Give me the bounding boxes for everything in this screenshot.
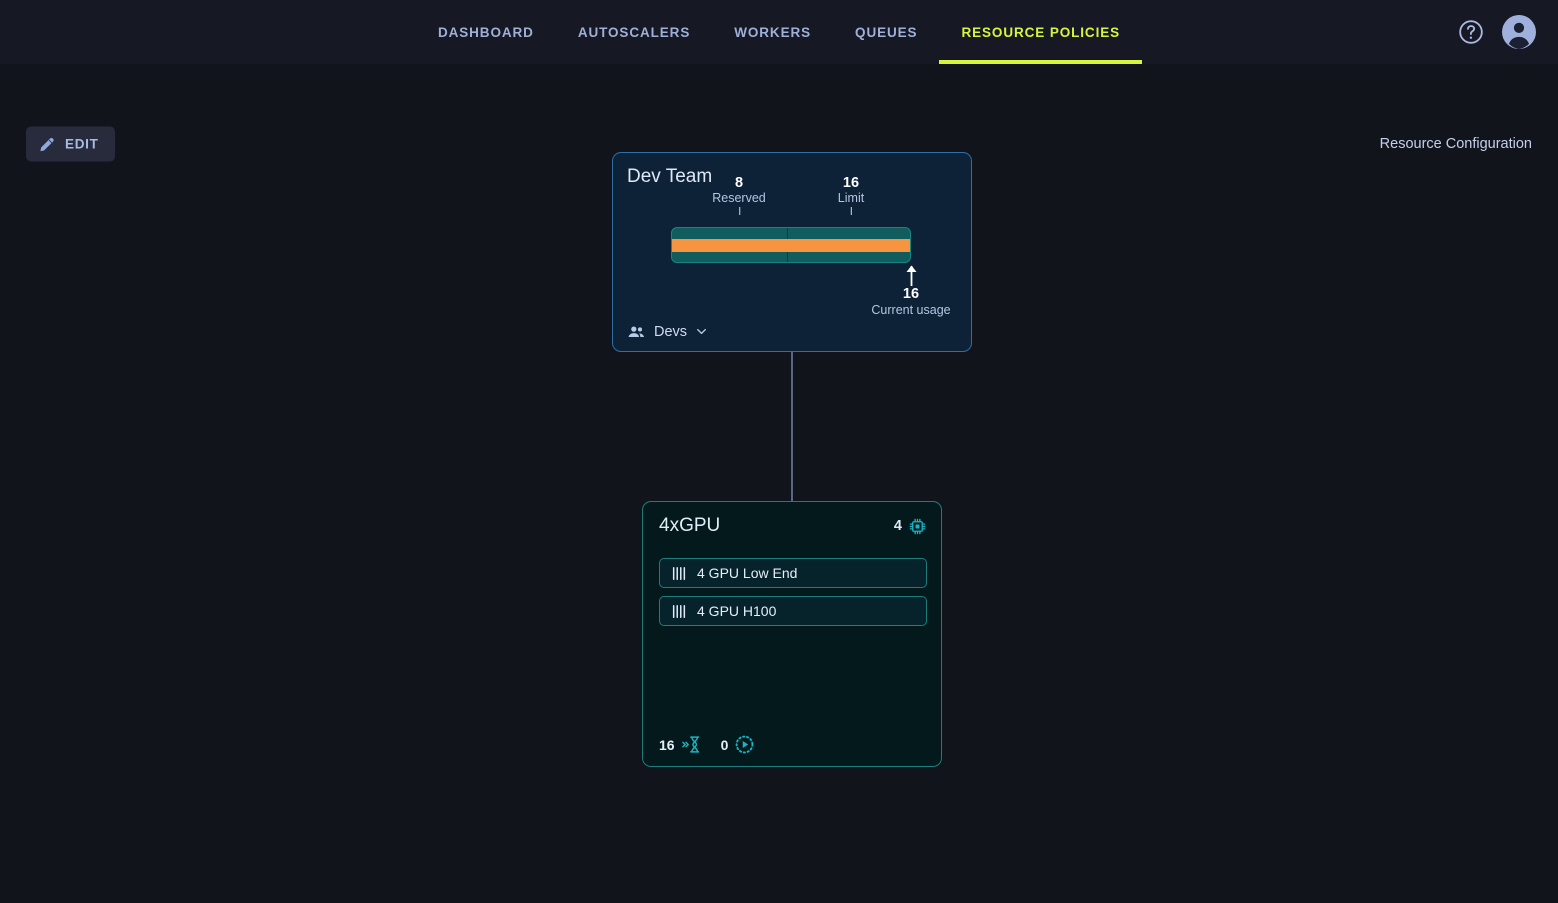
current-usage-arrow-icon [905,265,918,287]
pool-row-label: 4 GPU H100 [697,603,776,619]
pool-capacity-count: 4 [894,518,902,534]
current-usage-readout: 16 Current usage [871,286,950,318]
resource-pool-card[interactable]: 4xGPU 4 4 GPU Low En [642,501,942,767]
pool-row-item[interactable]: 4 GPU Low End [659,558,927,588]
limit-label: Limit [838,191,864,206]
team-group-selector[interactable]: Devs [627,322,708,341]
reserved-value: 8 [712,175,766,191]
user-avatar[interactable] [1502,15,1536,49]
team-group-name: Devs [654,324,687,340]
people-group-icon [627,322,646,341]
tab-queues[interactable]: QUEUES [833,0,939,64]
current-usage-label: Current usage [871,303,950,318]
pool-stats: 16 0 [659,735,754,754]
pool-card-title: 4xGPU [659,515,720,537]
tab-dashboard[interactable]: DASHBOARD [416,0,556,64]
nav-tab-list: DASHBOARD AUTOSCALERS WORKERS QUEUES RES… [416,0,1142,64]
pending-stat: 16 [659,735,703,754]
pending-hourglass-icon [682,735,703,754]
pool-row-item[interactable]: 4 GPU H100 [659,596,927,626]
tab-resource-policies[interactable]: RESOURCE POLICIES [939,0,1142,64]
chevron-down-icon[interactable] [695,325,708,338]
help-icon[interactable] [1458,19,1484,45]
pending-count: 16 [659,737,675,753]
gauge-marker-limit: 16 Limit [838,175,864,206]
pool-card-header: 4xGPU 4 [659,515,927,537]
gauge-marker-reserved: 8 Reserved [712,175,766,206]
team-card-title: Dev Team [627,166,712,188]
top-navigation-bar: DASHBOARD AUTOSCALERS WORKERS QUEUES RES… [0,0,1558,64]
reserved-tick [739,207,740,215]
pool-row-label: 4 GPU Low End [697,565,797,581]
limit-tick [851,207,852,215]
pool-row-list: 4 GPU Low End 4 GPU H100 [659,558,927,626]
resource-gauge: 8 Reserved 16 Limit 16 Current usage [671,227,911,263]
ram-stick-icon [671,604,687,619]
tab-workers[interactable]: WORKERS [712,0,833,64]
cpu-chip-icon [908,517,927,536]
gauge-usage-band [672,239,910,252]
running-play-icon [735,735,754,754]
topbar-actions [1458,0,1536,64]
gauge-bar [671,227,911,263]
team-node-card[interactable]: Dev Team 8 Reserved 16 Limit 16 [612,152,972,352]
limit-value: 16 [838,175,864,191]
policy-graph-canvas: Dev Team 8 Reserved 16 Limit 16 [0,64,1558,903]
running-count: 0 [721,737,729,753]
current-usage-value: 16 [871,286,950,303]
pool-capacity: 4 [894,517,927,536]
running-stat: 0 [721,735,755,754]
tab-autoscalers[interactable]: AUTOSCALERS [556,0,712,64]
reserved-label: Reserved [712,191,766,206]
ram-stick-icon [671,566,687,581]
